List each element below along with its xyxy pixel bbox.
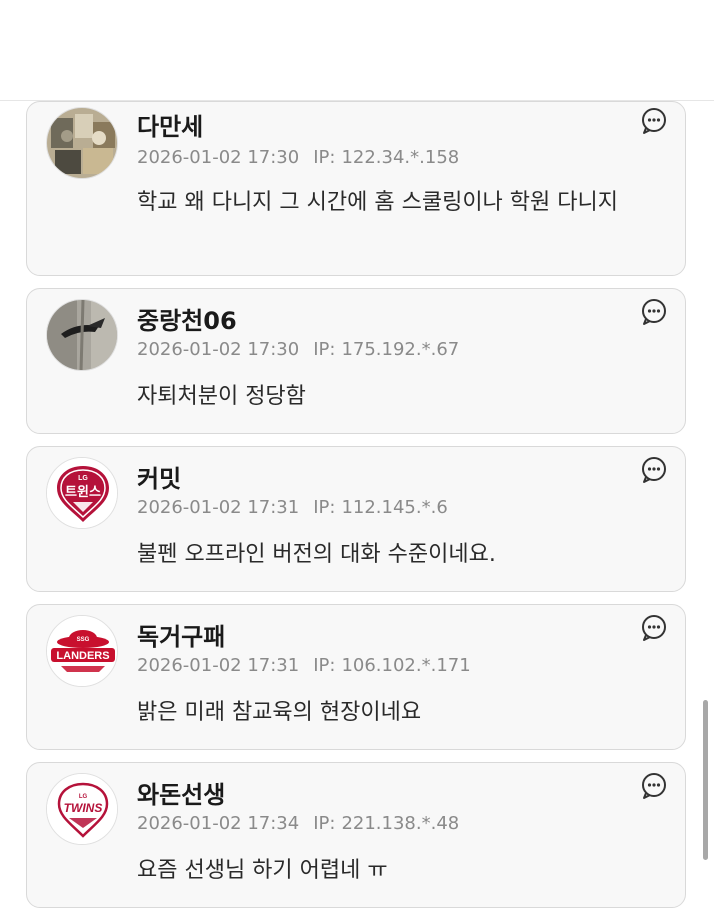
logo-twins-kr-text: 트윈스 xyxy=(65,485,101,500)
comment-ip: 122.34.*.158 xyxy=(341,147,460,168)
comment-nickname[interactable]: 커밋 xyxy=(137,459,181,494)
reply-icon[interactable] xyxy=(639,771,669,801)
logo-landers-text: LANDERS xyxy=(56,650,109,662)
comment-card: 다만세 2026-01-02 17:30 IP: 122.34.*.158 학교 왜… xyxy=(26,101,686,276)
logo-ssg-text: SSG xyxy=(77,637,90,643)
comment-nickname[interactable]: 중랑천06 xyxy=(137,301,237,336)
comment-card: SSG LANDERS 독거구패 2026-01-02 17:31 IP: 106.… xyxy=(26,604,686,750)
user-avatar[interactable]: LG 트윈스 xyxy=(46,457,118,529)
ip-label: IP: xyxy=(313,497,336,518)
logo-twins-en-text: TWINS xyxy=(64,801,103,815)
ip-label: IP: xyxy=(313,339,336,360)
comment-datetime: 2026-01-02 17:30 xyxy=(137,339,300,360)
comment-text: 밝은 미래 참교육의 현장이네요 xyxy=(137,700,422,725)
user-avatar[interactable]: SSG LANDERS xyxy=(46,615,118,687)
comment-nickname[interactable]: 다만세 xyxy=(137,107,203,142)
comment-meta: 2026-01-02 17:34 IP: 221.138.*.48 xyxy=(137,813,459,834)
comment-nickname[interactable]: 와돈선생 xyxy=(137,775,225,810)
reply-icon[interactable] xyxy=(639,297,669,327)
top-bar xyxy=(0,0,714,101)
comment-card: LG 트윈스 커밋 2026-01-02 17:31 IP: 112.145.*.6… xyxy=(26,446,686,592)
comment-datetime: 2026-01-02 17:30 xyxy=(137,147,300,168)
comment-card: 중랑천06 2026-01-02 17:30 IP: 175.192.*.67 자퇴… xyxy=(26,288,686,434)
ip-label: IP: xyxy=(313,147,336,168)
comment-datetime: 2026-01-02 17:31 xyxy=(137,497,300,518)
comment-text: 불펜 오프라인 버전의 대화 수준이네요. xyxy=(137,542,496,567)
ip-label: IP: xyxy=(313,655,336,676)
comment-text: 자퇴처분이 정당함 xyxy=(137,384,306,409)
logo-lg-text: LG xyxy=(78,475,88,482)
user-avatar[interactable] xyxy=(46,299,118,371)
reply-icon[interactable] xyxy=(639,455,669,485)
comment-ip: 106.102.*.171 xyxy=(341,655,471,676)
comment-meta: 2026-01-02 17:30 IP: 122.34.*.158 xyxy=(137,147,459,168)
comment-meta: 2026-01-02 17:30 IP: 175.192.*.67 xyxy=(137,339,459,360)
comment-card: LG TWINS 와돈선생 2026-01-02 17:34 IP: 221.138… xyxy=(26,762,686,908)
reply-icon[interactable] xyxy=(639,106,669,136)
scrollbar[interactable] xyxy=(703,700,708,860)
comment-datetime: 2026-01-02 17:34 xyxy=(137,813,300,834)
comment-text: 학교 왜 다니지 그 시간에 홈 스쿨링이나 학원 다니지 xyxy=(137,190,618,215)
comment-ip: 221.138.*.48 xyxy=(341,813,460,834)
comment-datetime: 2026-01-02 17:31 xyxy=(137,655,300,676)
comment-meta: 2026-01-02 17:31 IP: 112.145.*.6 xyxy=(137,497,448,518)
user-avatar[interactable]: LG TWINS xyxy=(46,773,118,845)
comment-nickname[interactable]: 독거구패 xyxy=(137,617,225,652)
ip-label: IP: xyxy=(313,813,336,834)
comment-list: 다만세 2026-01-02 17:30 IP: 122.34.*.158 학교 왜… xyxy=(0,101,714,913)
comment-ip: 175.192.*.67 xyxy=(341,339,460,360)
comment-text: 요즘 선생님 하기 어렵네 ㅠ xyxy=(137,858,388,883)
comment-ip: 112.145.*.6 xyxy=(341,497,448,518)
comment-meta: 2026-01-02 17:31 IP: 106.102.*.171 xyxy=(137,655,471,676)
user-avatar[interactable] xyxy=(46,107,118,179)
reply-icon[interactable] xyxy=(639,613,669,643)
logo-lg-text: LG xyxy=(79,794,88,800)
